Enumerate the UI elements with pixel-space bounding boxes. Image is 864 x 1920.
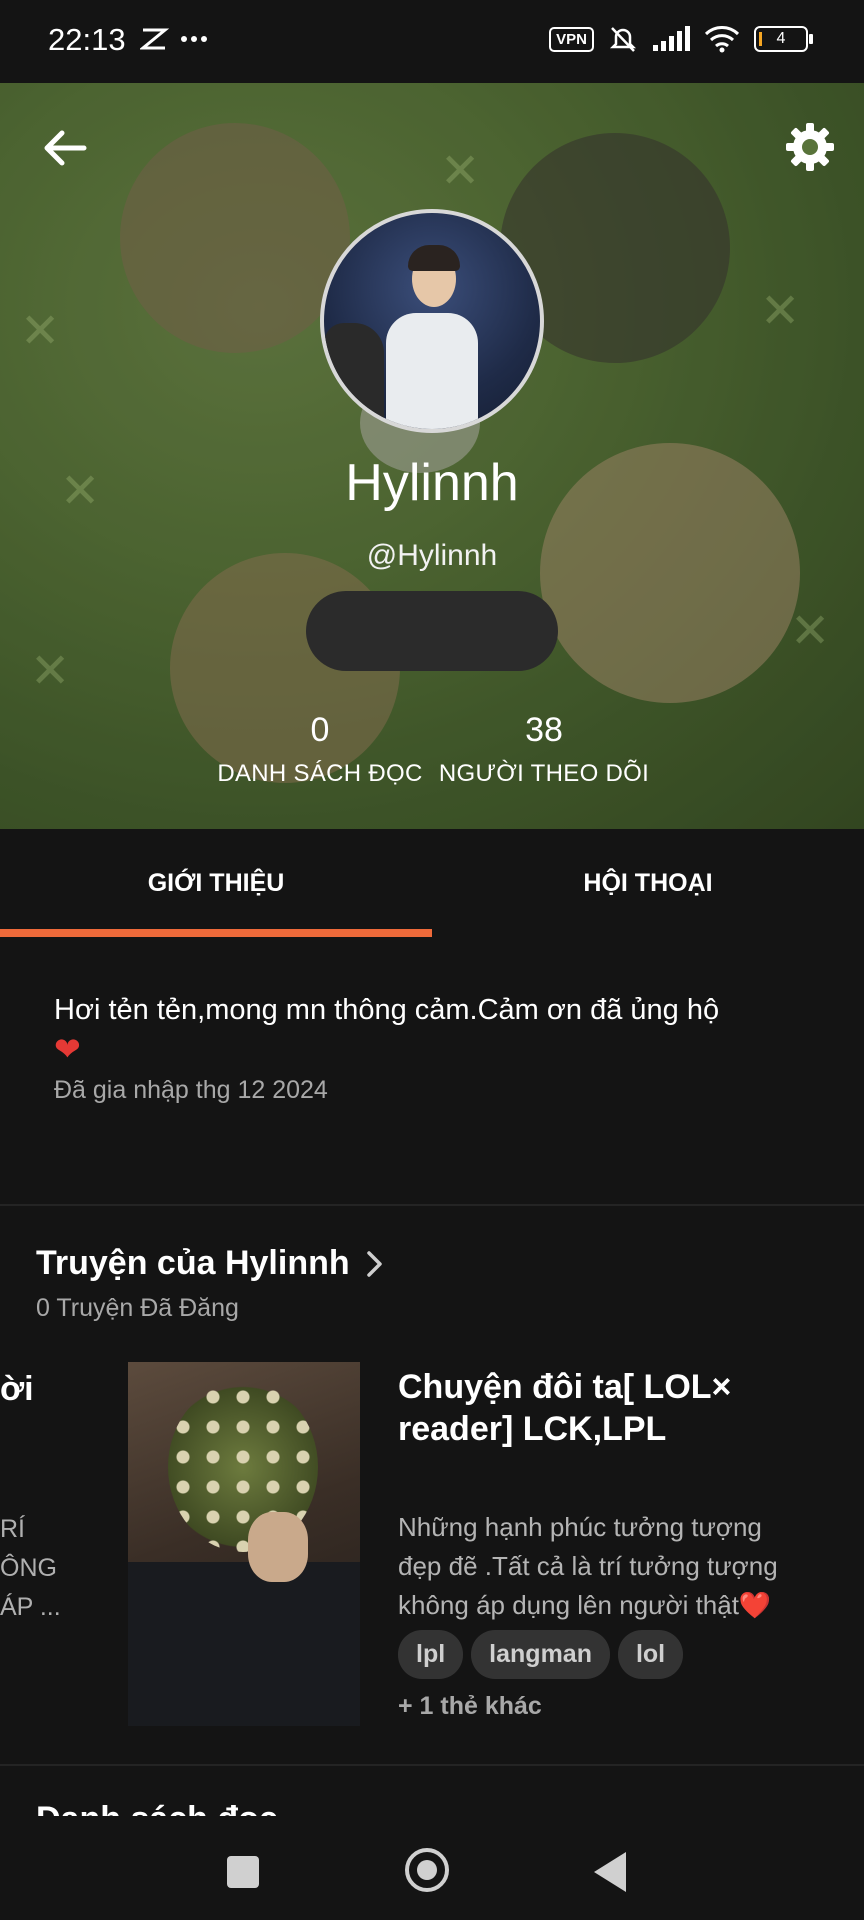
display-name: Hylinnh — [345, 454, 519, 512]
avatar-photo-figure — [408, 245, 460, 271]
reading-lists-count: 0 — [310, 711, 330, 749]
cover-art-coat — [128, 1562, 360, 1726]
tag-chip[interactable]: lol — [617, 1630, 684, 1679]
more-tags-link[interactable]: + 1 thẻ khác — [398, 1692, 542, 1721]
status-left-icons — [138, 24, 210, 59]
prev-desc-line: ÁP ... — [0, 1593, 61, 1621]
story-description: Những hạnh phúc tưởng tượng đẹp đẽ .Tất … — [398, 1512, 778, 1620]
prev-story-title-partial[interactable]: ời — [0, 1370, 34, 1409]
about-section: Hơi tẻn tẻn,mong mn thông cảm.Cảm ơn đã … — [54, 990, 814, 1105]
stories-count: 0 Truyện Đã Đăng — [36, 1294, 239, 1322]
status-right-icons: VPN 4 — [549, 24, 813, 54]
tab-about[interactable]: GIỚI THIỆU — [0, 829, 432, 937]
recents-square-icon[interactable] — [227, 1856, 259, 1888]
cover-art-hand — [248, 1512, 308, 1582]
chevron-right-icon — [366, 1250, 382, 1277]
capcut-icon — [138, 28, 170, 50]
back-arrow-icon[interactable] — [40, 123, 90, 173]
bio-text: Hơi tẻn tẻn,mong mn thông cảm.Cảm ơn đã … — [54, 994, 720, 1026]
battery-level: 4 — [776, 30, 786, 47]
settings-gear-icon[interactable] — [784, 121, 836, 173]
prev-story-desc-partial: RÍ ÔNG ÁP ... — [0, 1510, 61, 1627]
battery-icon: 4 — [754, 26, 813, 52]
joined-date: Đã gia nhập thg 12 2024 — [54, 1076, 328, 1104]
profile-tabs: GIỚI THIỆU HỘI THOẠI — [0, 829, 864, 937]
avatar[interactable] — [320, 209, 544, 433]
tag-chip[interactable]: langman — [471, 1630, 610, 1679]
signal-icon — [653, 26, 690, 51]
avatar-photo-figure — [324, 323, 384, 429]
followers-count: 38 — [525, 711, 563, 749]
divider — [0, 1204, 864, 1206]
prev-desc-line: ÔNG — [0, 1554, 57, 1582]
reading-lists-stat[interactable]: 0 DANH SÁCH ĐỌC — [210, 711, 430, 788]
back-triangle-icon[interactable] — [594, 1852, 626, 1892]
follow-button[interactable] — [306, 591, 558, 671]
followers-stat[interactable]: 38 NGƯỜI THEO DÕI — [438, 711, 650, 788]
tab-conversations[interactable]: HỘI THOẠI — [432, 829, 864, 937]
more-dots-icon — [181, 36, 207, 42]
profile-header: ✕ ✕ ✕ ✕ ✕ ✕ Hylinnh @Hylinnh 0 DANH SÁCH… — [0, 83, 864, 829]
status-time: 22:13 — [48, 22, 126, 57]
tag-chip[interactable]: lpl — [398, 1630, 464, 1679]
username: @Hylinnh — [366, 539, 498, 572]
wifi-icon — [704, 26, 740, 53]
system-nav-bar — [0, 1816, 864, 1920]
next-section-title-partial: Danh sách đọc — [36, 1800, 278, 1816]
prev-desc-line: RÍ — [0, 1515, 25, 1543]
stories-title-text: Truyện của Hylinnh — [36, 1244, 350, 1282]
story-title[interactable]: Chuyện đôi ta[ LOL× reader] LCK,LPL — [398, 1366, 798, 1450]
home-circle-icon[interactable] — [405, 1848, 449, 1892]
avatar-photo-figure — [386, 313, 478, 429]
heart-emoji-icon: ❤ — [54, 1031, 81, 1067]
divider — [0, 1764, 864, 1766]
followers-label: NGƯỜI THEO DÕI — [438, 760, 650, 787]
story-tags: lpl langman lol — [398, 1630, 684, 1679]
status-bar: 22:13 VPN 4 — [0, 0, 864, 83]
story-cover-image[interactable] — [128, 1362, 360, 1726]
vpn-icon: VPN — [549, 26, 594, 52]
reading-lists-label: DANH SÁCH ĐỌC — [217, 760, 423, 787]
bell-muted-icon — [609, 27, 637, 52]
stories-section-title[interactable]: Truyện của Hylinnh — [36, 1244, 384, 1283]
